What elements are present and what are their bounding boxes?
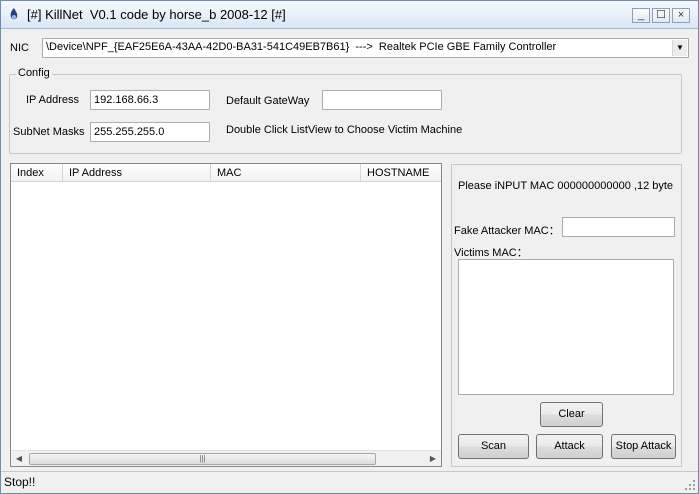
fake-attacker-mac-label: Fake Attacker MAC： xyxy=(454,225,560,237)
default-gateway-field[interactable] xyxy=(322,90,442,110)
nic-label: NIC xyxy=(10,42,29,54)
title-bar[interactable]: [#] KillNet V0.1 code by horse_b 2008-12… xyxy=(1,1,698,29)
scroll-left-icon[interactable]: ◀ xyxy=(11,451,27,467)
stop-attack-button[interactable]: Stop Attack xyxy=(611,434,676,459)
config-group-title: Config xyxy=(16,67,52,79)
victims-mac-label: Victims MAC： xyxy=(454,247,528,259)
config-group: Config xyxy=(9,67,682,154)
clear-button[interactable]: Clear xyxy=(540,402,603,427)
mac-input-instruction: Please iNPUT MAC 000000000000 ,12 byte xyxy=(458,180,674,192)
subnet-mask-field[interactable]: 255.255.255.0 xyxy=(90,122,210,142)
column-header-mac[interactable]: MAC xyxy=(211,164,361,182)
attack-button[interactable]: Attack xyxy=(536,434,603,459)
window-controls: _ ☐ × xyxy=(632,8,690,23)
listview-header: Index IP Address MAC HOSTNAME xyxy=(11,164,441,182)
ip-address-field[interactable]: 192.168.66.3 xyxy=(90,90,210,110)
window-title: [#] KillNet V0.1 code by horse_b 2008-12… xyxy=(27,7,286,22)
fake-attacker-mac-field[interactable] xyxy=(562,217,675,237)
maximize-button[interactable]: ☐ xyxy=(652,8,670,23)
chevron-down-icon[interactable]: ▼ xyxy=(672,40,687,56)
status-text: Stop!! xyxy=(4,475,36,489)
listview-hint: Double Click ListView to Choose Victim M… xyxy=(226,124,463,136)
host-listview[interactable]: Index IP Address MAC HOSTNAME ◀ ||| ▶ xyxy=(10,163,442,467)
ip-address-label: IP Address xyxy=(26,94,79,106)
column-header-index[interactable]: Index xyxy=(11,164,63,182)
resize-grip-icon[interactable] xyxy=(684,479,696,491)
status-bar: Stop!! xyxy=(1,471,698,493)
nic-selected-value: \Device\NPF_{EAF25E6A-43AA-42D0-BA31-541… xyxy=(46,41,557,53)
killnet-app-icon xyxy=(10,8,18,20)
scroll-right-icon[interactable]: ▶ xyxy=(425,451,441,467)
minimize-button[interactable]: _ xyxy=(632,8,650,23)
horizontal-scrollbar[interactable]: ◀ ||| ▶ xyxy=(11,450,441,466)
column-header-hostname[interactable]: HOSTNAME xyxy=(361,164,441,182)
scan-button[interactable]: Scan xyxy=(458,434,529,459)
nic-dropdown[interactable]: \Device\NPF_{EAF25E6A-43AA-42D0-BA31-541… xyxy=(42,38,689,58)
subnet-mask-label: SubNet Masks xyxy=(13,126,85,138)
victims-mac-textarea[interactable] xyxy=(458,259,674,395)
killnet-window: [#] KillNet V0.1 code by horse_b 2008-12… xyxy=(0,0,699,494)
default-gateway-label: Default GateWay xyxy=(226,95,310,107)
column-header-ip-address[interactable]: IP Address xyxy=(63,164,211,182)
scrollbar-thumb[interactable]: ||| xyxy=(29,453,376,465)
close-button[interactable]: × xyxy=(672,8,690,23)
